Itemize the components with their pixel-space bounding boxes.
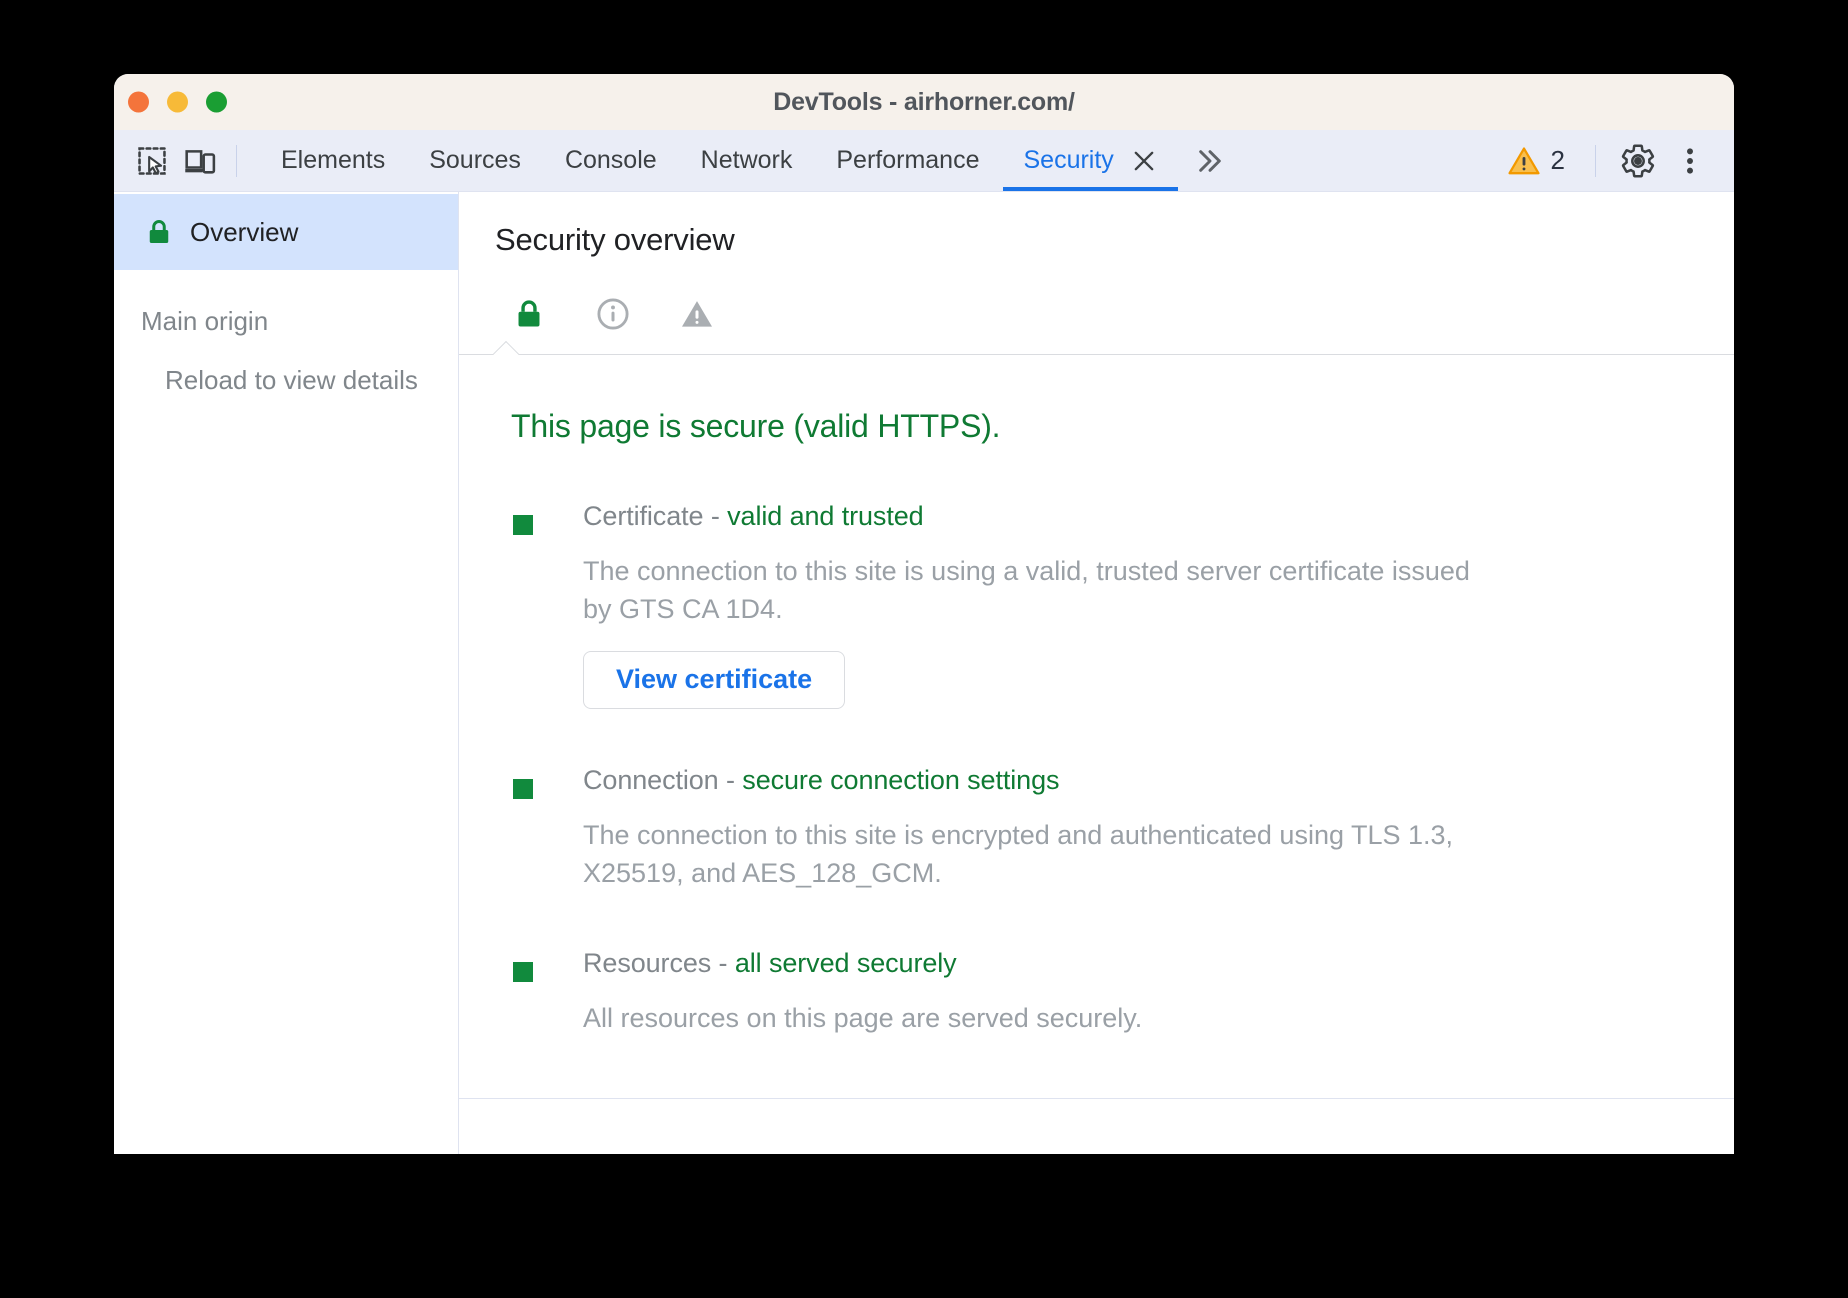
security-headline: This page is secure (valid HTTPS). — [511, 408, 1734, 445]
section-title: Connection - secure connection settings — [583, 765, 1483, 796]
security-state-icons — [495, 284, 1734, 336]
state-warning-icon[interactable] — [675, 292, 719, 336]
more-options-icon[interactable] — [1664, 135, 1716, 187]
section-title: Certificate - valid and trusted — [583, 501, 1483, 532]
section-state: all served securely — [735, 948, 957, 978]
tab-elements[interactable]: Elements — [259, 130, 407, 191]
section-title: Resources - all served securely — [583, 948, 1142, 979]
devtools-toolbar: Elements Sources Console Network Perform… — [114, 130, 1734, 192]
panel-divider — [459, 354, 1734, 356]
section-certificate: Certificate - valid and trusted The conn… — [511, 501, 1734, 709]
tab-network[interactable]: Network — [679, 130, 815, 191]
security-sidebar: Overview Main origin Reload to view deta… — [114, 192, 459, 1154]
title-bar: DevTools - airhorner.com/ — [114, 74, 1734, 130]
more-tabs-icon[interactable] — [1180, 130, 1240, 191]
inspect-element-glyph — [135, 144, 169, 178]
section-description: All resources on this page are served se… — [583, 999, 1142, 1037]
view-certificate-button[interactable]: View certificate — [583, 651, 845, 709]
section-body: Resources - all served securely All reso… — [533, 948, 1142, 1037]
page-title: Security overview — [495, 222, 1734, 258]
sidebar-item-label: Overview — [190, 217, 298, 248]
section-body: Connection - secure connection settings … — [533, 765, 1483, 893]
traffic-lights — [128, 92, 227, 113]
toolbar-right-group: 2 — [1493, 130, 1734, 191]
devtools-body: Overview Main origin Reload to view deta… — [114, 192, 1734, 1154]
minimize-window-button[interactable] — [167, 92, 188, 113]
section-label: Resources - — [583, 948, 735, 978]
info-icon — [595, 296, 631, 332]
divider-line — [459, 354, 1734, 355]
section-label: Certificate - — [583, 501, 727, 531]
security-panel-header: Security overview — [459, 192, 1734, 336]
section-body: Certificate - valid and trusted The conn… — [533, 501, 1483, 709]
security-content: This page is secure (valid HTTPS). Certi… — [459, 356, 1734, 1154]
lock-icon — [512, 297, 546, 331]
close-tab-glyph — [1130, 147, 1158, 175]
section-resources: Resources - all served securely All reso… — [511, 948, 1734, 1037]
close-window-button[interactable] — [128, 92, 149, 113]
inspect-element-icon[interactable] — [128, 137, 176, 185]
section-description: The connection to this site is using a v… — [583, 552, 1483, 629]
state-info-icon[interactable] — [591, 292, 635, 336]
device-toolbar-glyph — [183, 144, 217, 178]
window-title: DevTools - airhorner.com/ — [114, 88, 1734, 117]
tab-label: Console — [565, 146, 657, 175]
vertical-dots-glyph — [1673, 144, 1707, 178]
devtools-window: DevTools - airhorner.com/ Elements — [114, 74, 1734, 1154]
section-state: valid and trusted — [727, 501, 923, 531]
status-bullet — [513, 515, 533, 535]
sidebar-reload-note: Reload to view details — [114, 337, 458, 396]
sidebar-group-label: Main origin — [141, 306, 268, 336]
device-toolbar-icon[interactable] — [176, 137, 224, 185]
toolbar-divider-right — [1595, 145, 1596, 177]
tab-label: Security — [1023, 146, 1113, 175]
tab-label: Network — [701, 146, 793, 175]
selected-state-notch — [493, 341, 519, 355]
tab-label: Elements — [281, 146, 385, 175]
sidebar-group-main-origin: Main origin — [114, 270, 458, 337]
section-connection: Connection - secure connection settings … — [511, 765, 1734, 893]
sidebar-item-overview[interactable]: Overview — [114, 194, 458, 270]
section-label: Connection - — [583, 765, 742, 795]
status-bullet — [513, 962, 533, 982]
close-tab-icon[interactable] — [1130, 147, 1158, 175]
content-bottom-divider — [459, 1098, 1734, 1099]
toolbar-divider — [236, 145, 237, 177]
status-bullet — [513, 779, 533, 799]
warning-triangle-icon — [1507, 144, 1541, 178]
lock-icon — [144, 217, 174, 247]
section-description: The connection to this site is encrypted… — [583, 816, 1483, 893]
tab-performance[interactable]: Performance — [814, 130, 1001, 191]
security-main-panel: Security overview — [459, 192, 1734, 1154]
panel-tabs: Elements Sources Console Network Perform… — [259, 130, 1240, 191]
warning-badge[interactable]: 2 — [1493, 144, 1579, 178]
warning-count: 2 — [1551, 145, 1565, 176]
state-lock-icon[interactable] — [507, 292, 551, 336]
tab-sources[interactable]: Sources — [407, 130, 543, 191]
gear-icon[interactable] — [1612, 135, 1664, 187]
section-state: secure connection settings — [742, 765, 1059, 795]
gear-glyph — [1619, 142, 1657, 180]
chevron-double-right-glyph — [1194, 145, 1226, 177]
tab-label: Sources — [429, 146, 521, 175]
zoom-window-button[interactable] — [206, 92, 227, 113]
sidebar-reload-label: Reload to view details — [165, 365, 418, 395]
tab-console[interactable]: Console — [543, 130, 679, 191]
warning-triangle-icon — [679, 296, 715, 332]
tab-label: Performance — [836, 146, 979, 175]
tab-security[interactable]: Security — [1001, 130, 1179, 191]
